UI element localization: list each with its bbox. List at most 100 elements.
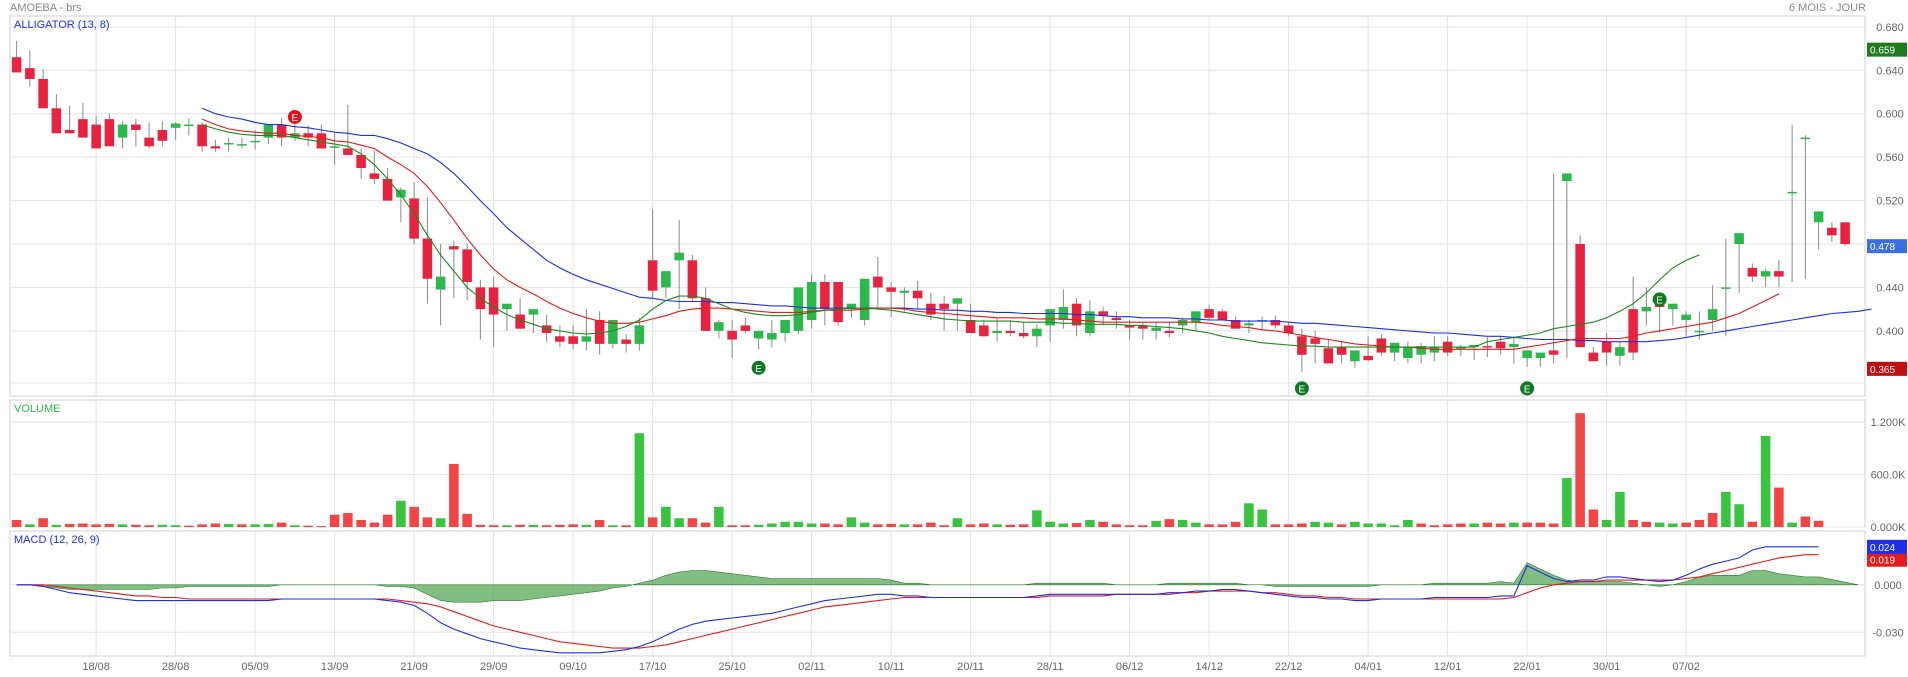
volume-bar <box>1058 523 1069 527</box>
volume-bar <box>1230 521 1241 527</box>
volume-bar <box>1548 523 1559 527</box>
candle-body <box>250 140 260 143</box>
candle-body <box>1721 287 1731 289</box>
candle-body <box>1681 314 1691 320</box>
x-tick-label: 12/01 <box>1434 661 1462 673</box>
volume-bar <box>382 514 393 527</box>
candle-body <box>753 330 764 339</box>
volume-bar <box>184 525 194 527</box>
candle-body <box>1615 347 1625 356</box>
volume-bar <box>1654 522 1665 527</box>
volume-bar <box>1482 522 1493 527</box>
candle-body <box>1283 325 1294 334</box>
candle-body <box>11 57 22 73</box>
candle-body <box>886 287 896 292</box>
macd-panel: 0.000 -0.030 0.019 0.024 MACD (12, 26, 9) <box>9 530 1907 657</box>
x-tick-label: 17/10 <box>639 661 667 673</box>
volume-bar <box>1628 519 1638 527</box>
volume-bar <box>197 524 207 527</box>
volume-bar <box>1217 524 1228 527</box>
volume-bar <box>91 524 101 527</box>
volume-bar <box>1177 519 1188 527</box>
volume-bar <box>846 517 857 527</box>
volume-bar <box>462 513 472 527</box>
candle-body <box>1813 211 1824 223</box>
volume-bar <box>740 525 751 527</box>
volume-bar <box>1191 522 1201 527</box>
candle-body <box>488 287 499 315</box>
volume-bar <box>1363 523 1373 527</box>
signal-label: E <box>1299 384 1306 395</box>
candle-body <box>1774 271 1784 277</box>
volume-bar <box>210 523 221 527</box>
volume-bar <box>64 523 75 527</box>
macd-value-label: 0.024 <box>1870 543 1895 554</box>
x-tick-label: 29/09 <box>480 661 508 673</box>
x-tick-label: 28/11 <box>1037 661 1064 673</box>
x-tick-label: 28/08 <box>162 661 190 673</box>
x-tick-label: 25/10 <box>718 661 746 673</box>
price-value-label: 0.365 <box>1870 365 1895 376</box>
candle-body <box>634 325 645 344</box>
volume-bar <box>1403 519 1413 527</box>
volume-vertical-grid <box>95 400 1687 527</box>
x-tick-label: 09/10 <box>559 661 587 673</box>
candle-body <box>992 330 1002 334</box>
candle-body <box>184 124 194 127</box>
price-tick-label: 0.560 <box>1876 152 1904 164</box>
candle-body <box>979 325 989 337</box>
candle-body <box>1588 352 1599 362</box>
volume-bar <box>223 523 234 527</box>
volume-bar <box>11 519 22 527</box>
instrument-label: AMOEBA - brs <box>10 2 82 14</box>
candle-body <box>806 282 817 320</box>
volume-bar <box>131 524 141 527</box>
volume-tick-label: 600.0K <box>1871 469 1907 481</box>
alligator-panel: EEEEE 0.6800.6400.6000.5600.5200.4800.44… <box>9 15 1907 397</box>
candle-body <box>621 339 631 344</box>
volume-bar <box>502 525 512 527</box>
volume-bar <box>1350 521 1360 527</box>
candle-body <box>1694 330 1705 333</box>
candle-body <box>1164 330 1175 334</box>
volume-bar <box>1588 509 1599 527</box>
x-tick-label: 02/11 <box>798 661 825 673</box>
candle-body <box>1522 350 1532 358</box>
candle-body <box>1707 309 1718 320</box>
volume-bar <box>515 524 525 527</box>
candle-body <box>435 276 446 290</box>
volume-bar <box>767 523 777 527</box>
candle-body <box>1350 350 1360 362</box>
candle-body <box>740 325 751 331</box>
price-value-label: 0.478 <box>1870 242 1895 253</box>
candle-body <box>727 330 737 340</box>
candle-body <box>568 336 578 344</box>
volume-bar <box>237 524 247 527</box>
candle-body <box>223 143 234 145</box>
candle-body <box>449 246 459 250</box>
volume-bar <box>1204 524 1214 527</box>
volume-bar <box>1668 523 1678 527</box>
candle-body <box>674 252 684 261</box>
candle-body <box>700 298 711 331</box>
volume-bar <box>674 518 684 527</box>
candle-body <box>952 298 963 304</box>
price-tick-label: 0.520 <box>1876 196 1904 208</box>
x-tick-label: 14/12 <box>1195 661 1223 673</box>
candle-body <box>793 287 804 331</box>
candle-body <box>1244 323 1254 326</box>
candle-body <box>1734 233 1744 244</box>
candle-body <box>1800 137 1811 140</box>
volume-bar <box>1018 524 1029 527</box>
volume-bar <box>541 525 552 527</box>
volume-bar <box>608 525 618 527</box>
volume-bar <box>833 524 843 527</box>
volume-bar <box>594 519 605 527</box>
volume-bar <box>422 517 433 527</box>
volume-bar <box>912 524 923 527</box>
candle-body <box>51 108 62 134</box>
volume-bar <box>144 525 154 527</box>
candle-body <box>1787 191 1797 194</box>
volume-bar <box>1601 519 1612 527</box>
volume-bar <box>926 522 936 527</box>
